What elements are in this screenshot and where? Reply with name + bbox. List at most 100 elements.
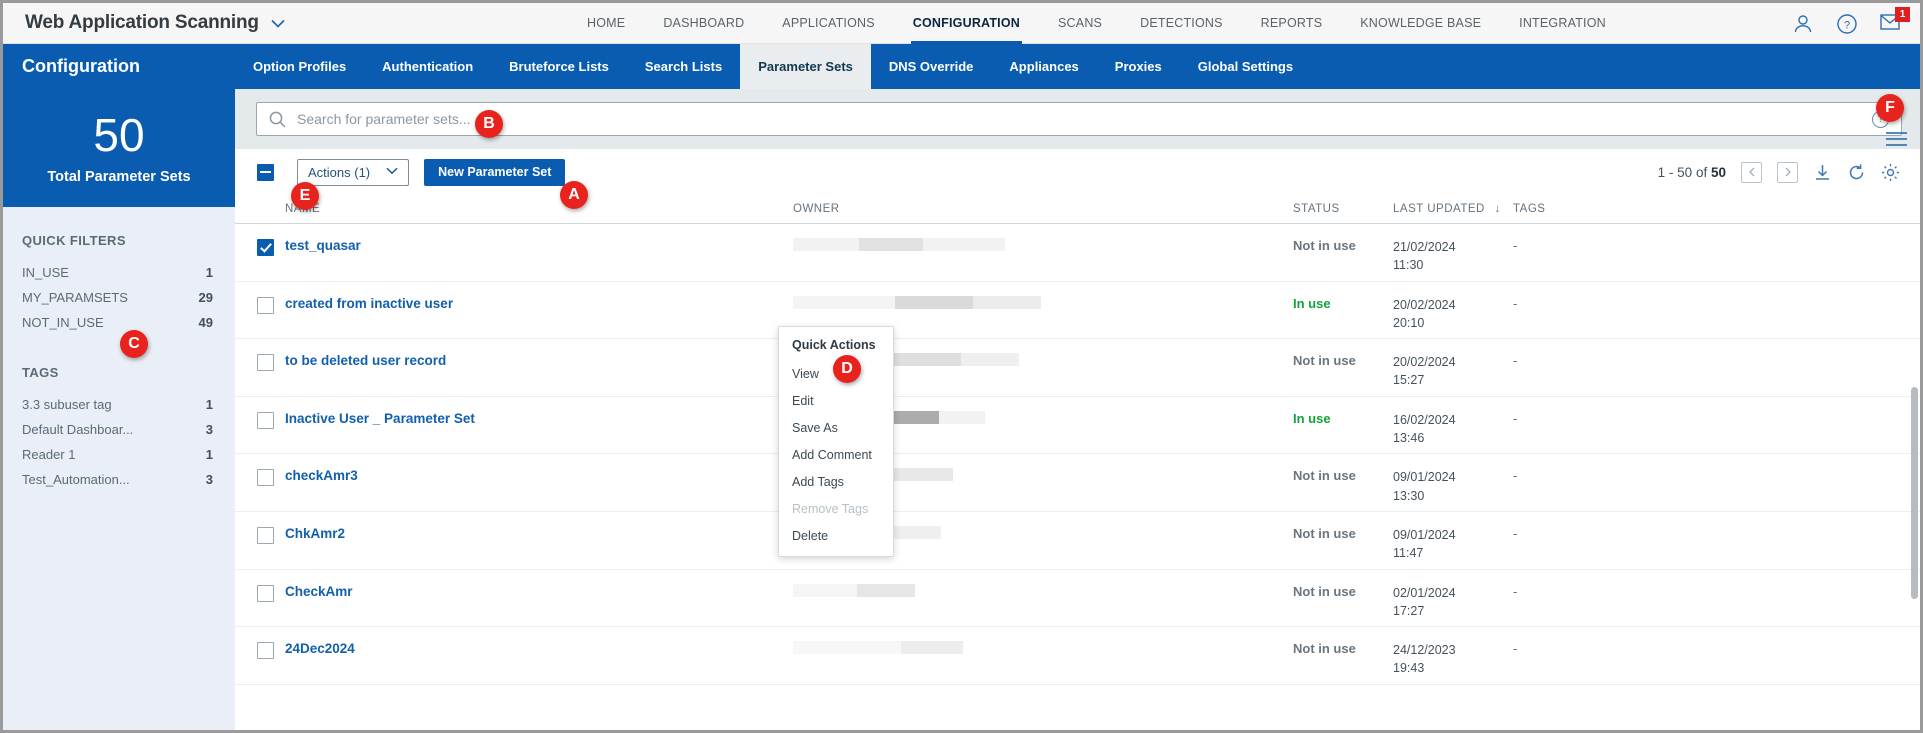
row-name-link[interactable]: test_quasar: [285, 238, 361, 253]
menu-item-save-as[interactable]: Save As: [779, 414, 893, 441]
mail-icon[interactable]: 1: [1880, 6, 1910, 35]
table-row[interactable]: 24Dec2024 Not in use 24/12/2023 19:43 -: [235, 627, 1920, 685]
tab-bruteforce-lists[interactable]: Bruteforce Lists: [491, 44, 627, 89]
row-name-link[interactable]: ChkAmr2: [285, 526, 345, 541]
previous-page-button[interactable]: [1741, 161, 1762, 183]
table-row[interactable]: created from inactive user In use 20/02/…: [235, 282, 1920, 340]
row-name-link[interactable]: created from inactive user: [285, 296, 453, 311]
refresh-icon[interactable]: [1847, 163, 1866, 182]
quick-actions-title: Quick Actions: [792, 338, 876, 352]
chevron-down-icon[interactable]: [271, 16, 285, 31]
column-header-tags[interactable]: TAGS: [1513, 203, 1920, 215]
row-checkbox[interactable]: [257, 354, 274, 372]
nav-knowledge-base[interactable]: KNOWLEDGE BASE: [1341, 3, 1500, 44]
actions-dropdown-button[interactable]: Actions (1): [297, 158, 410, 186]
row-name-link[interactable]: checkAmr3: [285, 468, 358, 483]
last-updated-time: 17:27: [1393, 603, 1425, 618]
section-tabs: Option Profiles Authentication Bruteforc…: [235, 44, 1311, 89]
tag-item[interactable]: Test_Automation... 3: [3, 467, 235, 492]
row-name-link[interactable]: CheckAmr: [285, 584, 353, 599]
menu-item-delete[interactable]: Delete: [779, 522, 893, 549]
tag-item[interactable]: Default Dashboar... 3: [3, 417, 235, 442]
nav-detections[interactable]: DETECTIONS: [1121, 3, 1242, 44]
row-tags: -: [1513, 410, 1518, 426]
status-badge: Not in use: [1293, 641, 1356, 657]
tag-item[interactable]: Reader 1 1: [3, 442, 235, 467]
search-input[interactable]: [297, 111, 1872, 127]
gear-icon[interactable]: [1881, 163, 1900, 182]
nav-scans[interactable]: SCANS: [1039, 3, 1121, 44]
quick-filter-my-paramsets[interactable]: MY_PARAMSETS 29: [3, 285, 235, 310]
nav-integration[interactable]: INTEGRATION: [1500, 3, 1625, 44]
menu-item-edit[interactable]: Edit: [779, 387, 893, 414]
user-icon[interactable]: [1792, 13, 1814, 35]
tag-count: 1: [205, 447, 213, 462]
search-box[interactable]: ?: [256, 102, 1902, 136]
download-icon[interactable]: [1813, 163, 1832, 182]
status-badge: In use: [1293, 410, 1331, 426]
row-checkbox[interactable]: [257, 296, 274, 314]
next-page-button[interactable]: [1777, 161, 1798, 183]
pagination-range: 1 - 50 of: [1657, 164, 1711, 180]
column-header-status[interactable]: STATUS: [1293, 203, 1393, 215]
table-row[interactable]: checkAmr3 Not in use 09/01/2024 13:30 -: [235, 454, 1920, 512]
tag-label: Reader 1: [22, 447, 76, 462]
tab-authentication[interactable]: Authentication: [364, 44, 491, 89]
last-updated-date: 09/01/2024: [1393, 470, 1456, 485]
tab-appliances[interactable]: Appliances: [991, 44, 1096, 89]
table-row[interactable]: CheckAmr Not in use 02/01/2024 17:27 -: [235, 570, 1920, 628]
last-updated-time: 11:47: [1393, 546, 1424, 561]
kpi-label: Total Parameter Sets: [47, 168, 191, 185]
table-row[interactable]: test_quasar Not in use 21/02/2024 11:30 -: [235, 224, 1920, 282]
menu-item-add-tags[interactable]: Add Tags: [779, 468, 893, 495]
tab-proxies[interactable]: Proxies: [1097, 44, 1180, 89]
tab-dns-override[interactable]: DNS Override: [871, 44, 992, 89]
last-updated-date: 16/02/2024: [1393, 412, 1456, 427]
row-checkbox[interactable]: [257, 584, 274, 602]
table-row[interactable]: Inactive User _ Parameter Set In use 16/…: [235, 397, 1920, 455]
actions-label: Actions (1): [308, 164, 371, 180]
nav-configuration[interactable]: CONFIGURATION: [894, 3, 1039, 44]
new-parameter-set-button[interactable]: New Parameter Set: [424, 158, 566, 186]
row-checkbox[interactable]: [257, 239, 274, 256]
row-name-link[interactable]: Inactive User _ Parameter Set: [285, 411, 475, 426]
list-toolbar: Actions (1) New Parameter Set 1 - 50 of …: [235, 149, 1920, 195]
row-name-link[interactable]: to be deleted user record: [285, 353, 446, 368]
hamburger-menu-icon[interactable]: [1885, 131, 1908, 152]
quick-filter-in-use[interactable]: IN_USE 1: [3, 260, 235, 285]
tag-count: 3: [205, 422, 213, 437]
owner-redacted: [793, 238, 1293, 251]
tab-option-profiles[interactable]: Option Profiles: [235, 44, 364, 89]
tag-item[interactable]: 3.3 subuser tag 1: [3, 392, 235, 417]
help-icon[interactable]: ?: [1836, 13, 1858, 35]
nav-reports[interactable]: REPORTS: [1242, 3, 1342, 44]
column-header-name[interactable]: NAME: [285, 203, 793, 215]
row-checkbox[interactable]: [257, 642, 274, 660]
vertical-scrollbar-thumb[interactable]: [1911, 387, 1918, 599]
select-all-checkbox[interactable]: [257, 163, 274, 181]
nav-dashboard[interactable]: DASHBOARD: [644, 3, 763, 44]
nav-applications[interactable]: APPLICATIONS: [763, 3, 893, 44]
row-checkbox[interactable]: [257, 469, 274, 487]
tab-parameter-sets[interactable]: Parameter Sets: [740, 44, 871, 89]
menu-item-add-comment[interactable]: Add Comment: [779, 441, 893, 468]
annotation-marker-c: C: [120, 330, 148, 358]
column-header-owner[interactable]: OWNER: [793, 203, 1293, 215]
annotation-marker-e: E: [291, 182, 319, 210]
last-updated-date: 02/01/2024: [1393, 585, 1456, 600]
tab-global-settings[interactable]: Global Settings: [1180, 44, 1311, 89]
tab-search-lists[interactable]: Search Lists: [627, 44, 740, 89]
nav-home[interactable]: HOME: [568, 3, 644, 44]
page-body: 50 Total Parameter Sets QUICK FILTERS IN…: [3, 89, 1920, 730]
mail-badge-count: 1: [1895, 6, 1910, 22]
column-header-last-updated[interactable]: LAST UPDATED ↓: [1393, 203, 1513, 215]
table-row[interactable]: to be deleted user record Not in use 20/…: [235, 339, 1920, 397]
table-row[interactable]: ChkAmr2 Not in use 09/01/2024 11:47 -: [235, 512, 1920, 570]
row-name-link[interactable]: 24Dec2024: [285, 641, 355, 656]
row-tags: -: [1513, 295, 1518, 311]
quick-filter-not-in-use[interactable]: NOT_IN_USE 49: [3, 310, 235, 335]
last-updated-time: 19:43: [1393, 661, 1425, 676]
toolbar-right-controls: 1 - 50 of 50: [1657, 161, 1900, 183]
row-checkbox[interactable]: [257, 411, 274, 429]
row-checkbox[interactable]: [257, 526, 274, 544]
